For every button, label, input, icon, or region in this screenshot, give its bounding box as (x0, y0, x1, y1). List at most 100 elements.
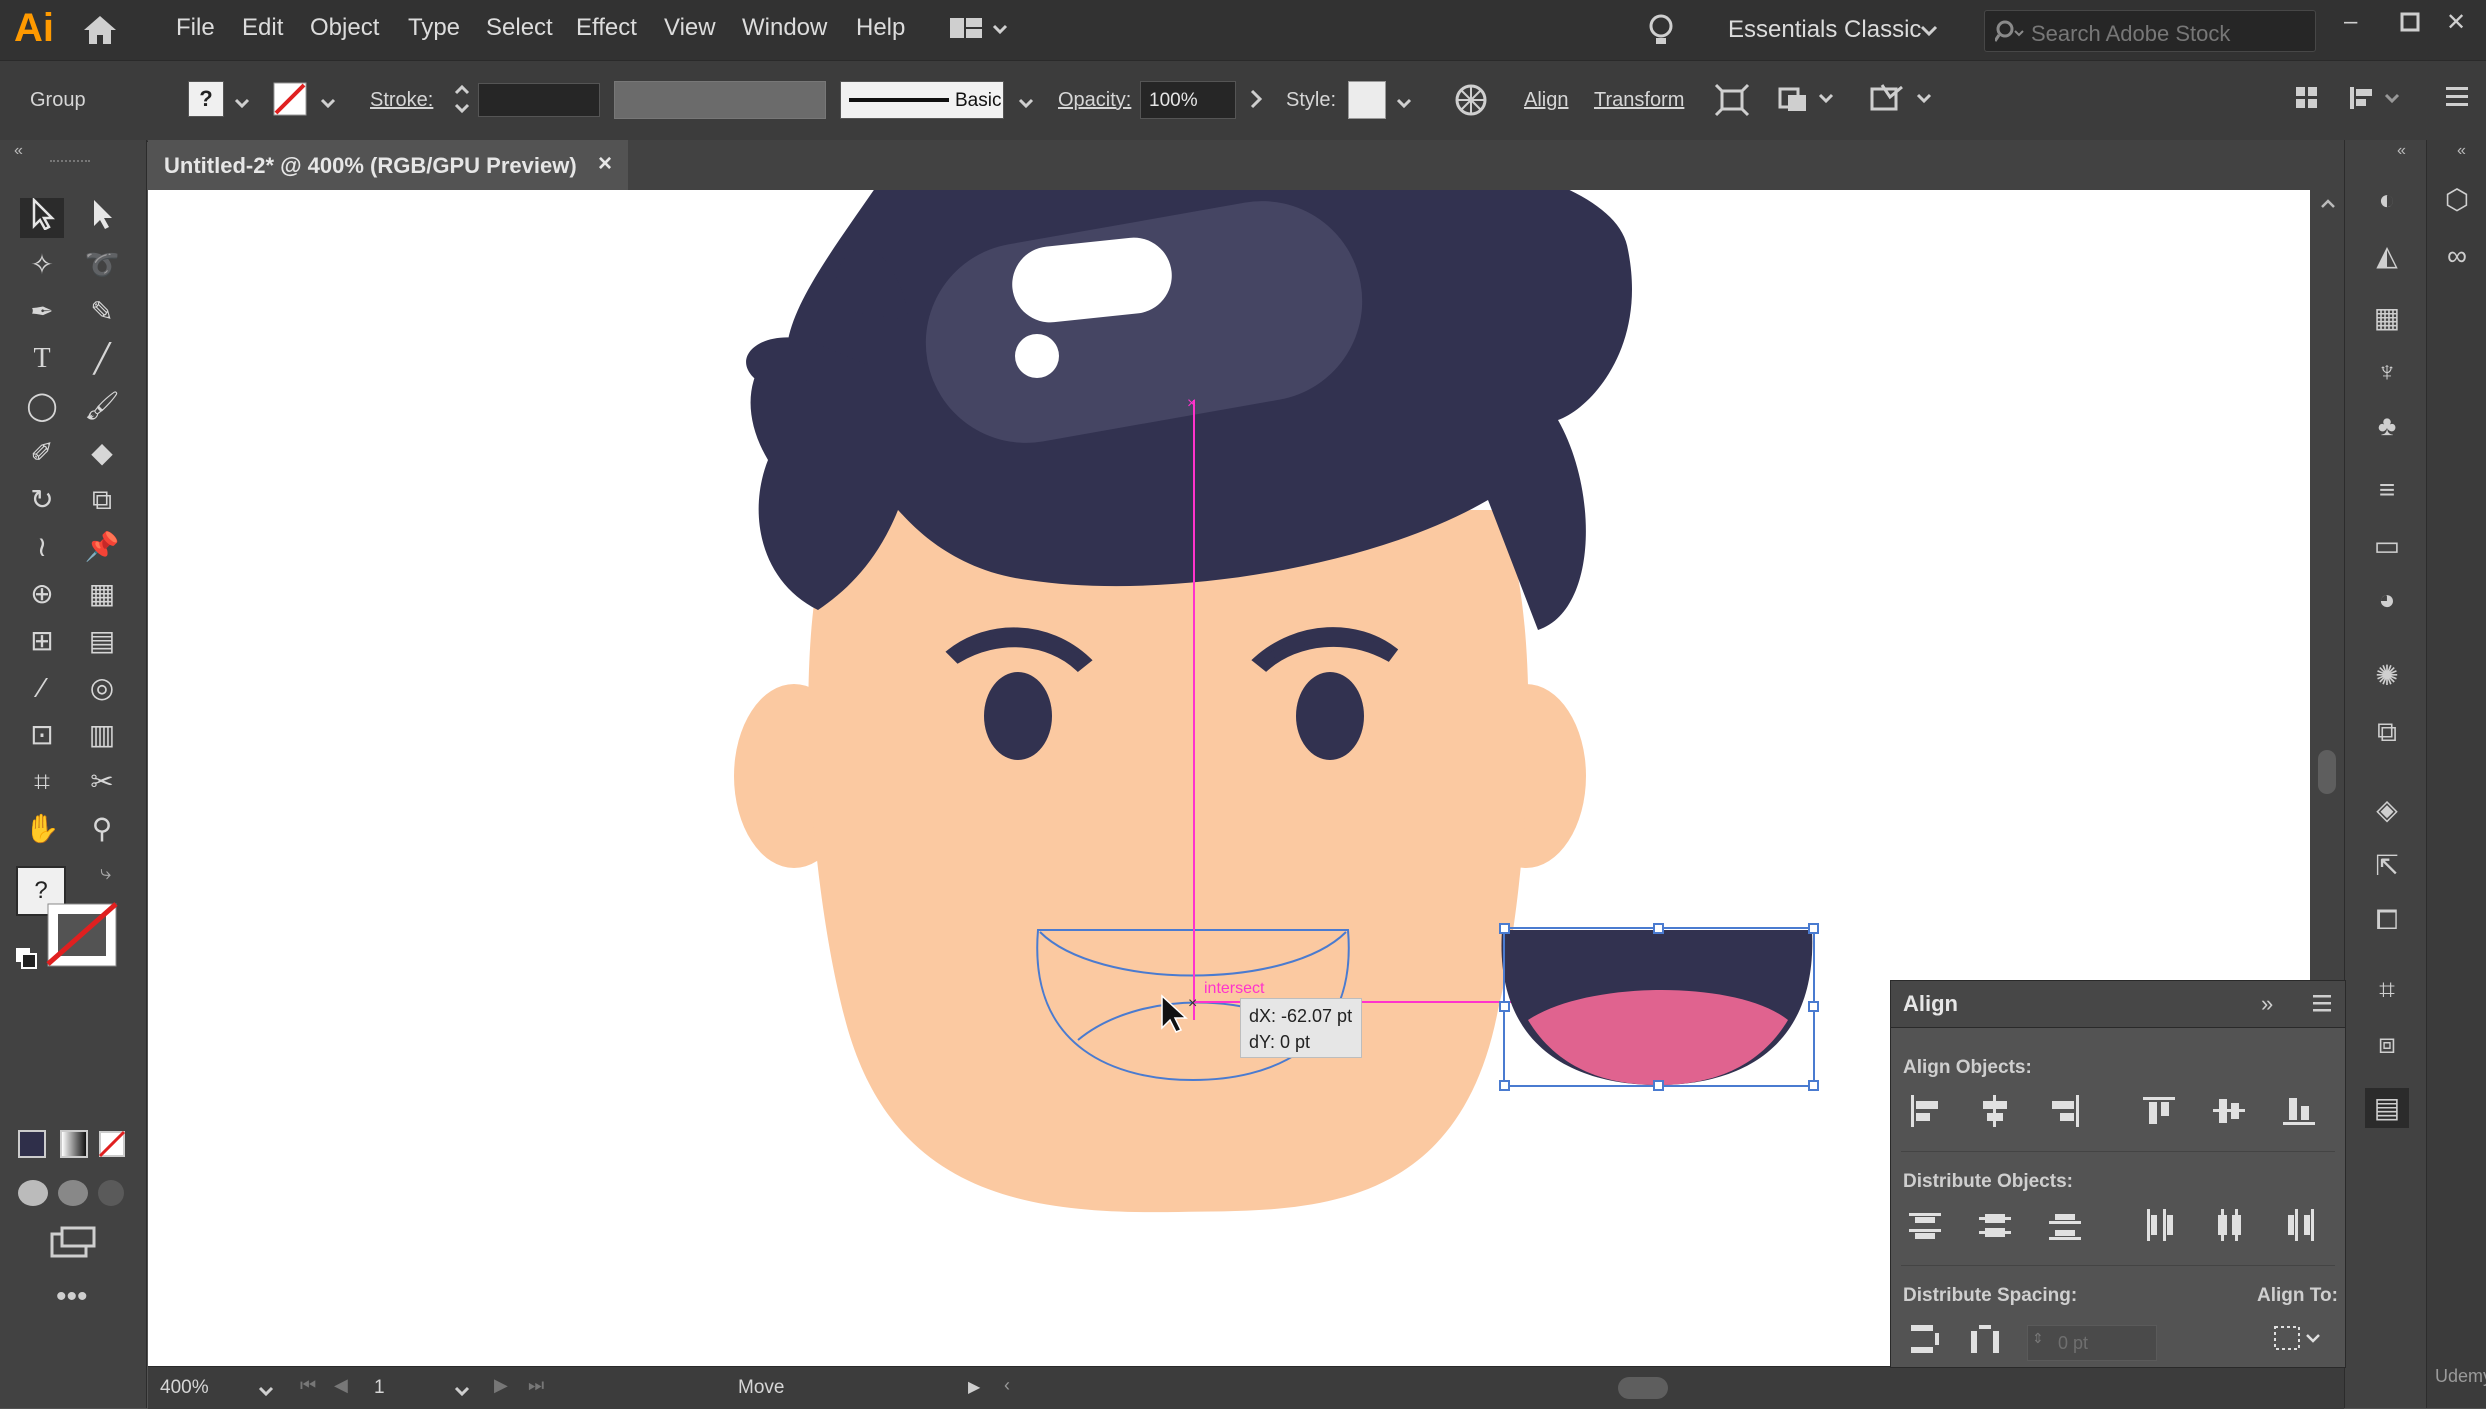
spacing-value-field[interactable]: ⇕ 0 pt (2027, 1325, 2157, 1361)
horizontal-scroll-thumb[interactable] (1618, 1377, 1668, 1399)
puppet-warp-icon[interactable] (1868, 83, 1938, 122)
shaper-tool-icon[interactable]: ✐ (20, 433, 64, 473)
column-graph-tool-icon[interactable]: ▥ (80, 715, 124, 755)
horizontal-align-left-icon[interactable] (1905, 1093, 1945, 1133)
workspace-switcher[interactable]: Essentials Classic (1728, 16, 1921, 44)
collapse-dock-2-icon[interactable]: « (2457, 142, 2466, 160)
rotate-tool-icon[interactable]: ↻ (20, 480, 64, 520)
draw-normal-icon[interactable] (18, 1180, 48, 1206)
symbols-panel-icon[interactable]: ♣ (2365, 406, 2409, 446)
curvature-tool-icon[interactable]: ✎ (80, 292, 124, 332)
align-link[interactable]: Align (1524, 89, 1568, 112)
color-panel-icon[interactable]: ◭ (2365, 236, 2409, 276)
vertical-align-bottom-icon[interactable] (2279, 1093, 2319, 1133)
panel-grid-icon[interactable] (2294, 85, 2320, 116)
artboard-tool-icon[interactable]: ⌗ (20, 762, 64, 802)
arrange-documents-icon[interactable] (948, 16, 1008, 49)
symbol-sprayer-tool-icon[interactable]: ⊡ (20, 715, 64, 755)
menu-type[interactable]: Type (408, 14, 460, 42)
brush-definition-dropdown[interactable]: Basic (840, 81, 1004, 119)
zoom-tool-icon[interactable]: ⚲ (80, 809, 124, 849)
panel-expand-icon[interactable]: » (2261, 991, 2273, 1017)
menu-window[interactable]: Window (742, 14, 827, 42)
horizontal-distribute-space-icon[interactable] (1965, 1321, 2005, 1361)
perspective-grid-tool-icon[interactable]: ▦ (80, 574, 124, 614)
eyedropper-tool-icon[interactable]: ⁄ (20, 668, 64, 708)
scale-tool-icon[interactable]: ⧉ (80, 480, 124, 520)
layers-panel-icon[interactable]: ◈ (2365, 790, 2409, 830)
type-tool-icon[interactable]: T (20, 339, 64, 379)
horizontal-align-right-icon[interactable] (2045, 1093, 2085, 1133)
asset-export-panel-icon[interactable]: ⇱ (2365, 846, 2409, 886)
screen-mode-icon[interactable] (50, 1226, 96, 1265)
home-icon[interactable] (82, 14, 118, 51)
line-segment-tool-icon[interactable]: ╱ (80, 339, 124, 379)
transform-link[interactable]: Transform (1594, 89, 1684, 112)
menu-effect[interactable]: Effect (576, 14, 637, 42)
blend-tool-icon[interactable]: ◎ (80, 668, 124, 708)
hand-tool-icon[interactable]: ✋ (20, 809, 64, 849)
transform-panel-icon[interactable]: ⌗ (2365, 970, 2409, 1010)
horizontal-distribute-left-icon[interactable] (2139, 1207, 2179, 1247)
horizontal-align-center-icon[interactable] (1975, 1093, 2015, 1133)
lightbulb-icon[interactable] (1648, 14, 1674, 53)
appearance-panel-icon[interactable]: ✺ (2365, 656, 2409, 696)
shape-builder-tool-icon[interactable]: ⊕ (20, 574, 64, 614)
opacity-field[interactable]: 100% (1140, 81, 1236, 119)
artboards-panel-icon[interactable]: ⧠ (2365, 900, 2409, 940)
artboard-number[interactable]: 1 (374, 1377, 385, 1399)
menu-help[interactable]: Help (856, 14, 905, 42)
gradient-tool-icon[interactable]: ▤ (80, 621, 124, 661)
width-tool-icon[interactable]: ≀ (20, 527, 64, 567)
stroke-weight-stepper-icon[interactable] (452, 81, 472, 122)
recolor-artwork-icon[interactable] (1454, 83, 1488, 122)
horizontal-distribute-right-icon[interactable] (2279, 1207, 2319, 1247)
color-guide-panel-icon[interactable]: ◐ (2365, 180, 2409, 220)
collapse-tools-icon[interactable]: « (14, 142, 23, 160)
zoom-chevron-icon[interactable] (258, 1383, 274, 1401)
stroke-weight-field[interactable] (478, 83, 600, 117)
vertical-distribute-center-icon[interactable] (1975, 1207, 2015, 1247)
vertical-distribute-space-icon[interactable] (1905, 1321, 1945, 1361)
brush-chevron-icon[interactable] (1018, 95, 1034, 113)
scroll-left-arrow-icon[interactable]: ‹ (1004, 1375, 1010, 1396)
next-artboard-icon[interactable]: ▶ (494, 1375, 508, 1396)
status-menu-arrow-icon[interactable]: ▶ (968, 1377, 980, 1397)
align-panel-header[interactable]: Align » (1891, 981, 2345, 1028)
edit-toolbar-icon[interactable]: ••• (56, 1280, 88, 1314)
gradient-panel-icon[interactable]: ▭ (2365, 526, 2409, 566)
zoom-level[interactable]: 400% (160, 1377, 209, 1399)
first-artboard-icon[interactable]: ⏮ (300, 1375, 316, 1396)
libraries-panel-icon[interactable]: ⬡ (2435, 180, 2479, 220)
align-panel-icon[interactable]: ▤ (2365, 1088, 2409, 1128)
fill-dropdown-chevron-icon[interactable] (234, 95, 250, 113)
menu-edit[interactable]: Edit (242, 14, 283, 42)
swatches-panel-icon[interactable]: ▦ (2365, 298, 2409, 338)
search-stock-input[interactable]: Search Adobe Stock (1984, 10, 2316, 52)
pathfinder-panel-icon[interactable]: ⧈ (2365, 1024, 2409, 1064)
horizontal-distribute-center-icon[interactable] (2209, 1207, 2249, 1247)
style-chevron-icon[interactable] (1396, 95, 1412, 113)
menu-view[interactable]: View (664, 14, 716, 42)
stroke-label[interactable]: Stroke: (370, 89, 433, 112)
draw-inside-icon[interactable] (98, 1180, 124, 1206)
fill-swatch[interactable]: ? (188, 81, 224, 117)
opacity-label[interactable]: Opacity: (1058, 89, 1131, 112)
creative-cloud-icon[interactable]: ∞ (2435, 236, 2479, 276)
pin-tool-icon[interactable]: 📌 (80, 527, 124, 567)
draw-behind-icon[interactable] (58, 1180, 88, 1206)
workspace-chevron-icon[interactable] (1920, 24, 1938, 42)
graphic-style-swatch[interactable] (1348, 81, 1386, 119)
pen-tool-icon[interactable]: ✒ (20, 292, 64, 332)
opacity-chevron-right-icon[interactable] (1250, 89, 1263, 114)
panel-menu-icon[interactable] (2311, 993, 2333, 1018)
control-bar-menu-icon[interactable] (2444, 85, 2470, 114)
scroll-up-arrow-icon[interactable] (2320, 196, 2336, 214)
stroke-none-swatch[interactable] (272, 81, 308, 122)
document-tab[interactable]: Untitled-2* @ 400% (RGB/GPU Preview) × (148, 140, 628, 190)
stroke-color-box[interactable] (46, 902, 120, 973)
graphic-styles-panel-icon[interactable]: ⧉ (2365, 712, 2409, 752)
close-window-icon[interactable]: ✕ (2446, 8, 2466, 37)
menu-select[interactable]: Select (486, 14, 553, 42)
isolate-group-icon[interactable] (1714, 83, 1750, 122)
